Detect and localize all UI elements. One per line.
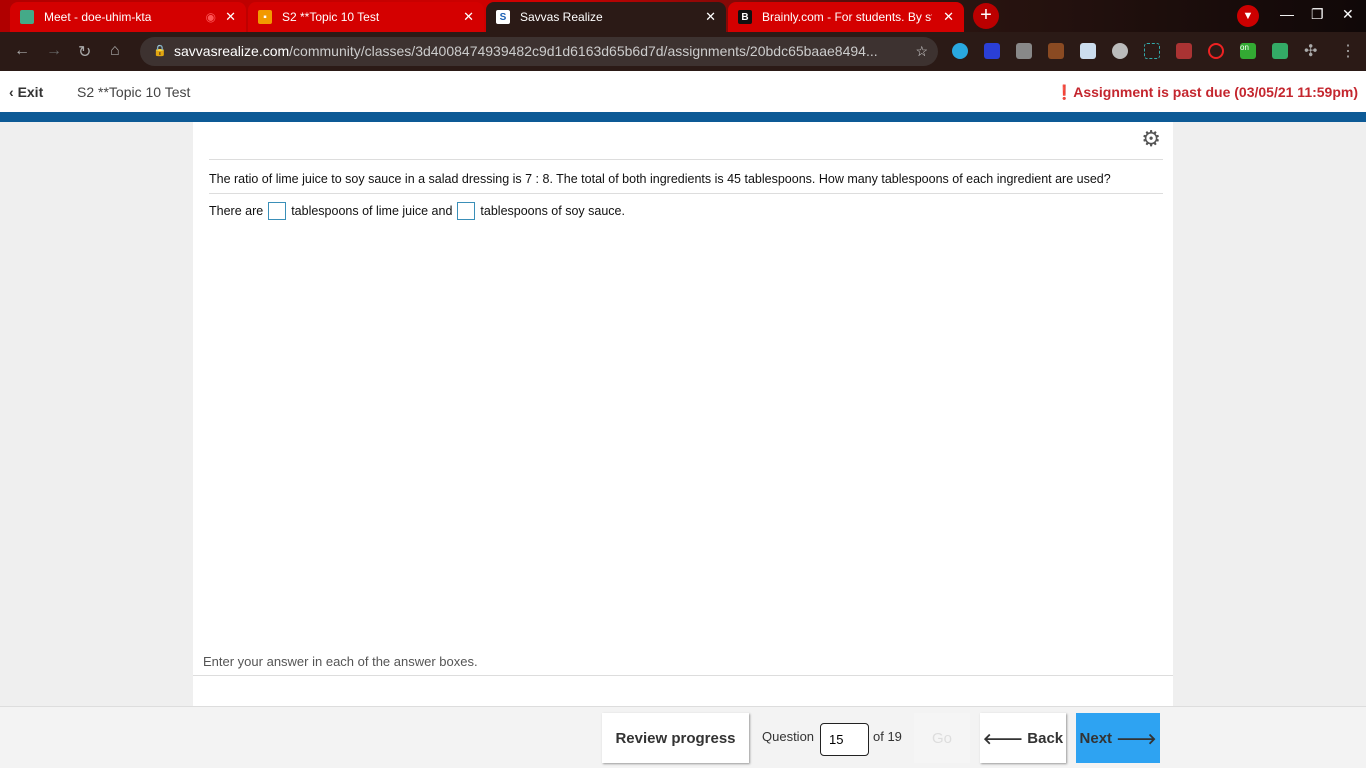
brainly-icon: B <box>738 10 752 24</box>
soy-sauce-answer-input[interactable] <box>457 202 476 220</box>
minimize-icon[interactable]: — <box>1280 6 1294 22</box>
lime-juice-answer-input[interactable] <box>268 202 287 220</box>
close-icon[interactable]: ✕ <box>225 9 236 25</box>
answer-text: tablespoons of lime juice and <box>291 204 453 218</box>
back-icon[interactable]: ← <box>14 42 30 60</box>
tab-label: Brainly.com - For students. By st <box>762 10 932 24</box>
tab-meet[interactable]: Meet - doe-uhim-kta ◉ ✕ <box>10 2 246 32</box>
reload-icon[interactable]: ↻ <box>78 42 91 62</box>
question-label: Question <box>762 729 815 744</box>
extension-icon[interactable] <box>1112 43 1128 59</box>
header-divider <box>0 112 1366 122</box>
url-path: /community/classes/3d4008474939482c9d1d6… <box>289 43 878 59</box>
past-due-text: Assignment is past due (03/05/21 11:59pm… <box>1073 84 1358 100</box>
close-icon[interactable]: ✕ <box>943 9 954 25</box>
alert-icon: ❗ <box>1055 84 1074 100</box>
block-icon[interactable] <box>1208 43 1224 59</box>
chevron-left-icon: ‹ <box>9 84 18 100</box>
extension-icon[interactable] <box>1080 43 1096 59</box>
url-input[interactable]: 🔒 savvasrealize.com/community/classes/3d4… <box>140 37 938 66</box>
extension-n-icon[interactable] <box>1144 43 1160 59</box>
tab-label: S2 **Topic 10 Test <box>282 10 380 24</box>
back-label: Back <box>1027 729 1064 747</box>
app-header: ‹ Exit S2 **Topic 10 Test ❗Assignment is… <box>0 71 1366 112</box>
back-button[interactable]: 🡐 Back <box>980 713 1066 763</box>
arrow-right-icon: 🡒 <box>1112 730 1157 748</box>
review-progress-button[interactable]: Review progress <box>602 713 749 763</box>
new-tab-button[interactable]: + <box>973 3 999 29</box>
arrow-left-icon: 🡐 <box>982 730 1028 748</box>
restore-icon[interactable]: ❐ <box>1311 6 1324 23</box>
tab-savvas[interactable]: S Savvas Realize ✕ <box>486 2 726 32</box>
answer-text: There are <box>209 204 264 218</box>
classroom-icon: ▪ <box>258 10 272 24</box>
footer-nav: Review progress Question 15 of 19 Go 🡐 B… <box>0 706 1366 768</box>
extension-icon[interactable] <box>1048 43 1064 59</box>
page-title: S2 **Topic 10 Test <box>77 84 191 100</box>
recording-icon: ◉ <box>205 10 216 24</box>
url-domain: savvasrealize.com <box>174 43 290 59</box>
calculator-icon[interactable] <box>1272 43 1288 59</box>
extension-c-icon[interactable] <box>984 43 1000 59</box>
profile-dropdown-icon[interactable]: ▼ <box>1237 5 1259 27</box>
forward-icon[interactable]: → <box>46 42 62 60</box>
puzzle-icon[interactable]: ✣ <box>1304 41 1317 61</box>
tab-label: Meet - doe-uhim-kta <box>44 10 152 24</box>
question-text: The ratio of lime juice to soy sauce in … <box>209 159 1163 194</box>
answer-row: There are tablespoons of lime juice and … <box>209 202 625 220</box>
menu-icon[interactable]: ⋮ <box>1340 41 1356 61</box>
close-icon[interactable]: ✕ <box>705 9 716 25</box>
address-bar-row: ← → ↻ ⌂ 🔒 savvasrealize.com/community/cla… <box>0 32 1366 71</box>
extension-icon[interactable] <box>1016 43 1032 59</box>
savvas-icon: S <box>496 10 510 24</box>
extension-on-icon[interactable]: on <box>1240 43 1256 59</box>
browser-tab-bar: Meet - doe-uhim-kta ◉ ✕ ▪ S2 **Topic 10 Tes… <box>0 0 1366 32</box>
extension-icon[interactable] <box>952 43 968 59</box>
tab-label: Savvas Realize <box>520 10 603 24</box>
exit-label: Exit <box>17 84 44 100</box>
star-icon[interactable]: ☆ <box>915 37 928 66</box>
gear-icon[interactable]: ⚙ <box>1141 126 1161 152</box>
extension-badge: on <box>1240 43 1249 52</box>
past-due-notice: ❗Assignment is past due (03/05/21 11:59p… <box>1056 84 1358 101</box>
close-window-icon[interactable]: ✕ <box>1342 6 1354 23</box>
question-panel: ⚙ The ratio of lime juice to soy sauce i… <box>193 122 1173 706</box>
home-icon[interactable]: ⌂ <box>110 42 120 60</box>
next-button[interactable]: Next 🡒 <box>1076 713 1160 763</box>
answer-hint: Enter your answer in each of the answer … <box>203 654 478 669</box>
exit-button[interactable]: ‹ Exit <box>9 84 43 100</box>
close-icon[interactable]: ✕ <box>463 9 474 25</box>
tab-brainly[interactable]: B Brainly.com - For students. By st ✕ <box>728 2 964 32</box>
next-label: Next <box>1079 729 1113 747</box>
answer-text: tablespoons of soy sauce. <box>480 204 625 218</box>
tab-topic-test[interactable]: ▪ S2 **Topic 10 Test ✕ <box>248 2 484 32</box>
lock-icon: 🔒 <box>153 45 167 57</box>
question-total: of 19 <box>873 729 902 744</box>
go-button[interactable]: Go <box>914 713 970 763</box>
question-number-input[interactable]: 15 <box>820 723 869 756</box>
google-meet-icon <box>20 10 34 24</box>
divider <box>193 675 1173 676</box>
extension-icon[interactable] <box>1176 43 1192 59</box>
